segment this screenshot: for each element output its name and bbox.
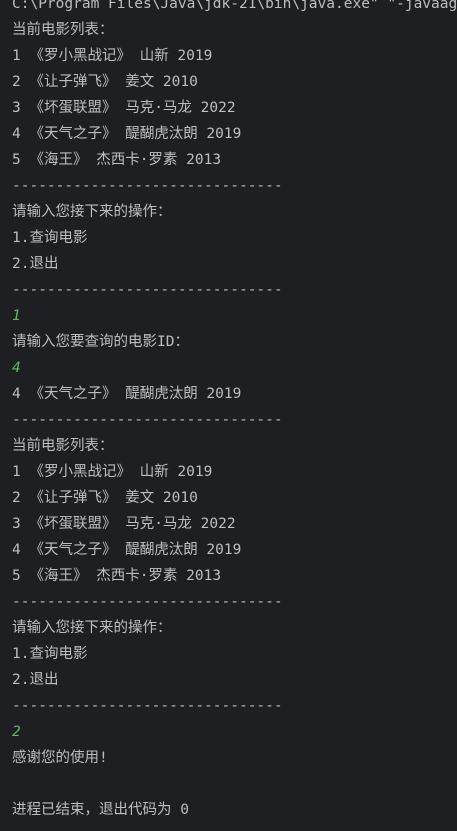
separator-line: ------------------------------- bbox=[12, 594, 283, 610]
output-line: 1.查询电影 bbox=[12, 646, 88, 662]
output-line: 1.查询电影 bbox=[12, 230, 88, 246]
output-line: 3 《坏蛋联盟》 马克·马龙 2022 bbox=[12, 516, 236, 532]
separator-line: ------------------------------- bbox=[12, 698, 283, 714]
output-line: 3 《坏蛋联盟》 马克·马龙 2022 bbox=[12, 100, 236, 116]
user-input-line: 1 bbox=[12, 308, 21, 324]
separator-line: ------------------------------- bbox=[12, 412, 283, 428]
output-line: 请输入您要查询的电影ID： bbox=[12, 334, 189, 350]
output-line: 5 《海王》 杰西卡·罗素 2013 bbox=[12, 152, 222, 168]
output-line: 感谢您的使用! bbox=[12, 750, 108, 766]
output-line: 当前电影列表： bbox=[12, 438, 114, 454]
output-line: 4 《天气之子》 醍醐虎汰朗 2019 bbox=[12, 542, 242, 558]
output-line: 2 《让子弹飞》 姜文 2010 bbox=[12, 74, 198, 90]
output-line: 请输入您接下来的操作： bbox=[12, 620, 172, 636]
user-input-line: 2 bbox=[12, 724, 21, 740]
output-line: 4 《天气之子》 醍醐虎汰朗 2019 bbox=[12, 126, 242, 142]
run-console[interactable]: C:\Program Files\Java\jdk-21\bin\java.ex… bbox=[0, 0, 457, 831]
output-line: 5 《海王》 杰西卡·罗素 2013 bbox=[12, 568, 222, 584]
user-input-line: 4 bbox=[12, 360, 21, 376]
output-line: 2 《让子弹飞》 姜文 2010 bbox=[12, 490, 198, 506]
output-line: 1 《罗小黑战记》 山新 2019 bbox=[12, 464, 213, 480]
console-output: 当前电影列表： 1 《罗小黑战记》 山新 2019 2 《让子弹飞》 姜文 2010… bbox=[0, 17, 457, 823]
output-line: 请输入您接下来的操作： bbox=[12, 204, 172, 220]
output-line: 4 《天气之子》 醍醐虎汰朗 2019 bbox=[12, 386, 242, 402]
separator-line: ------------------------------- bbox=[12, 178, 283, 194]
output-line: 2.退出 bbox=[12, 256, 59, 272]
separator-line: ------------------------------- bbox=[12, 282, 283, 298]
output-line: 2.退出 bbox=[12, 672, 59, 688]
output-line: 进程已结束，退出代码为 0 bbox=[12, 802, 189, 818]
output-line: 当前电影列表： bbox=[12, 22, 114, 38]
command-line: C:\Program Files\Java\jdk-21\bin\java.ex… bbox=[12, 0, 457, 12]
output-line: 1 《罗小黑战记》 山新 2019 bbox=[12, 48, 213, 64]
